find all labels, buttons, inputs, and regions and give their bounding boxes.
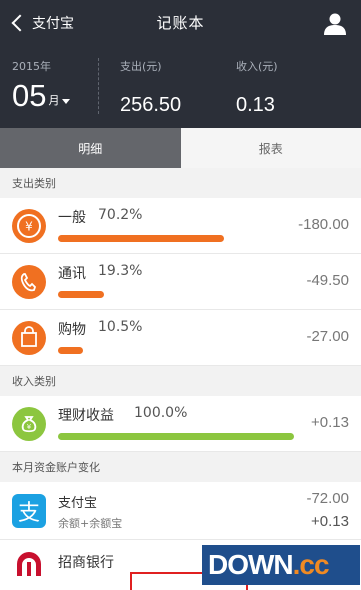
expense-section-header: 支出类别	[0, 168, 361, 198]
caret-down-icon	[62, 99, 71, 104]
account-subtitle: 余额+余额宝	[58, 517, 123, 530]
svg-text:¥: ¥	[27, 423, 32, 431]
month-summary: 2015年 05 月 支出(元) 256.50 收入(元) 0.13	[0, 46, 361, 128]
category-name: 购物	[58, 322, 86, 338]
account-row-alipay[interactable]: 支 支付宝 余额+余额宝 -72.00 +0.13	[0, 482, 361, 540]
expense-row-shopping[interactable]: 购物 10.5% -27.00	[0, 310, 361, 366]
page-title: 记账本	[156, 14, 205, 32]
svg-text:¥: ¥	[25, 220, 33, 234]
account-section-header: 本月资金账户变化	[0, 452, 361, 482]
tab-details[interactable]: 明细	[0, 128, 181, 168]
tab-report[interactable]: 报表	[180, 128, 361, 168]
account-out-amount: -72.00	[306, 490, 349, 507]
income-section-header: 收入类别	[0, 366, 361, 396]
category-percent: 70.2%	[98, 207, 143, 223]
divider	[98, 58, 99, 114]
watermark-logo: DOWN .cc	[202, 545, 360, 585]
account-name: 招商银行	[58, 555, 114, 571]
user-icon[interactable]	[323, 11, 347, 35]
category-name: 通讯	[58, 266, 86, 282]
month-selector[interactable]: 05 月	[12, 78, 71, 113]
account-in-amount: +0.13	[311, 513, 349, 530]
income-value: 0.13	[236, 94, 275, 116]
watermark-suffix: .cc	[292, 549, 330, 580]
watermark-text: DOWN	[208, 549, 294, 580]
income-row-investment[interactable]: ¥ 理财收益 100.0% +0.13	[0, 396, 361, 452]
month-unit: 月	[48, 94, 60, 107]
category-amount: -27.00	[306, 328, 349, 345]
account-name: 支付宝	[58, 496, 98, 511]
percent-bar	[58, 235, 224, 242]
tab-bar: 明细 报表	[0, 128, 361, 168]
category-amount: -180.00	[298, 216, 349, 233]
cmb-logo-icon	[17, 552, 41, 576]
month-value: 05	[12, 78, 47, 113]
category-amount: -49.50	[306, 272, 349, 289]
category-name: 一般	[58, 210, 86, 226]
category-percent: 19.3%	[98, 263, 143, 279]
yuan-icon: ¥	[12, 209, 46, 243]
shopping-bag-icon	[12, 321, 46, 355]
phone-icon	[12, 265, 46, 299]
percent-bar	[58, 433, 294, 440]
category-percent: 10.5%	[98, 319, 143, 335]
money-bag-icon: ¥	[12, 407, 46, 441]
category-name: 理财收益	[58, 408, 114, 424]
expense-value: 256.50	[120, 94, 182, 116]
income-label: 收入(元)	[236, 60, 278, 73]
expense-row-telecom[interactable]: 通讯 19.3% -49.50	[0, 254, 361, 310]
top-bar: 支付宝 记账本	[0, 0, 361, 46]
alipay-icon: 支	[12, 494, 46, 528]
year-label: 2015年	[12, 60, 51, 73]
expense-row-general[interactable]: ¥ 一般 70.2% -180.00	[0, 198, 361, 254]
percent-bar	[58, 291, 104, 298]
expense-label: 支出(元)	[120, 60, 162, 73]
percent-bar	[58, 347, 83, 354]
category-amount: +0.13	[311, 414, 349, 431]
category-percent: 100.0%	[134, 405, 188, 421]
